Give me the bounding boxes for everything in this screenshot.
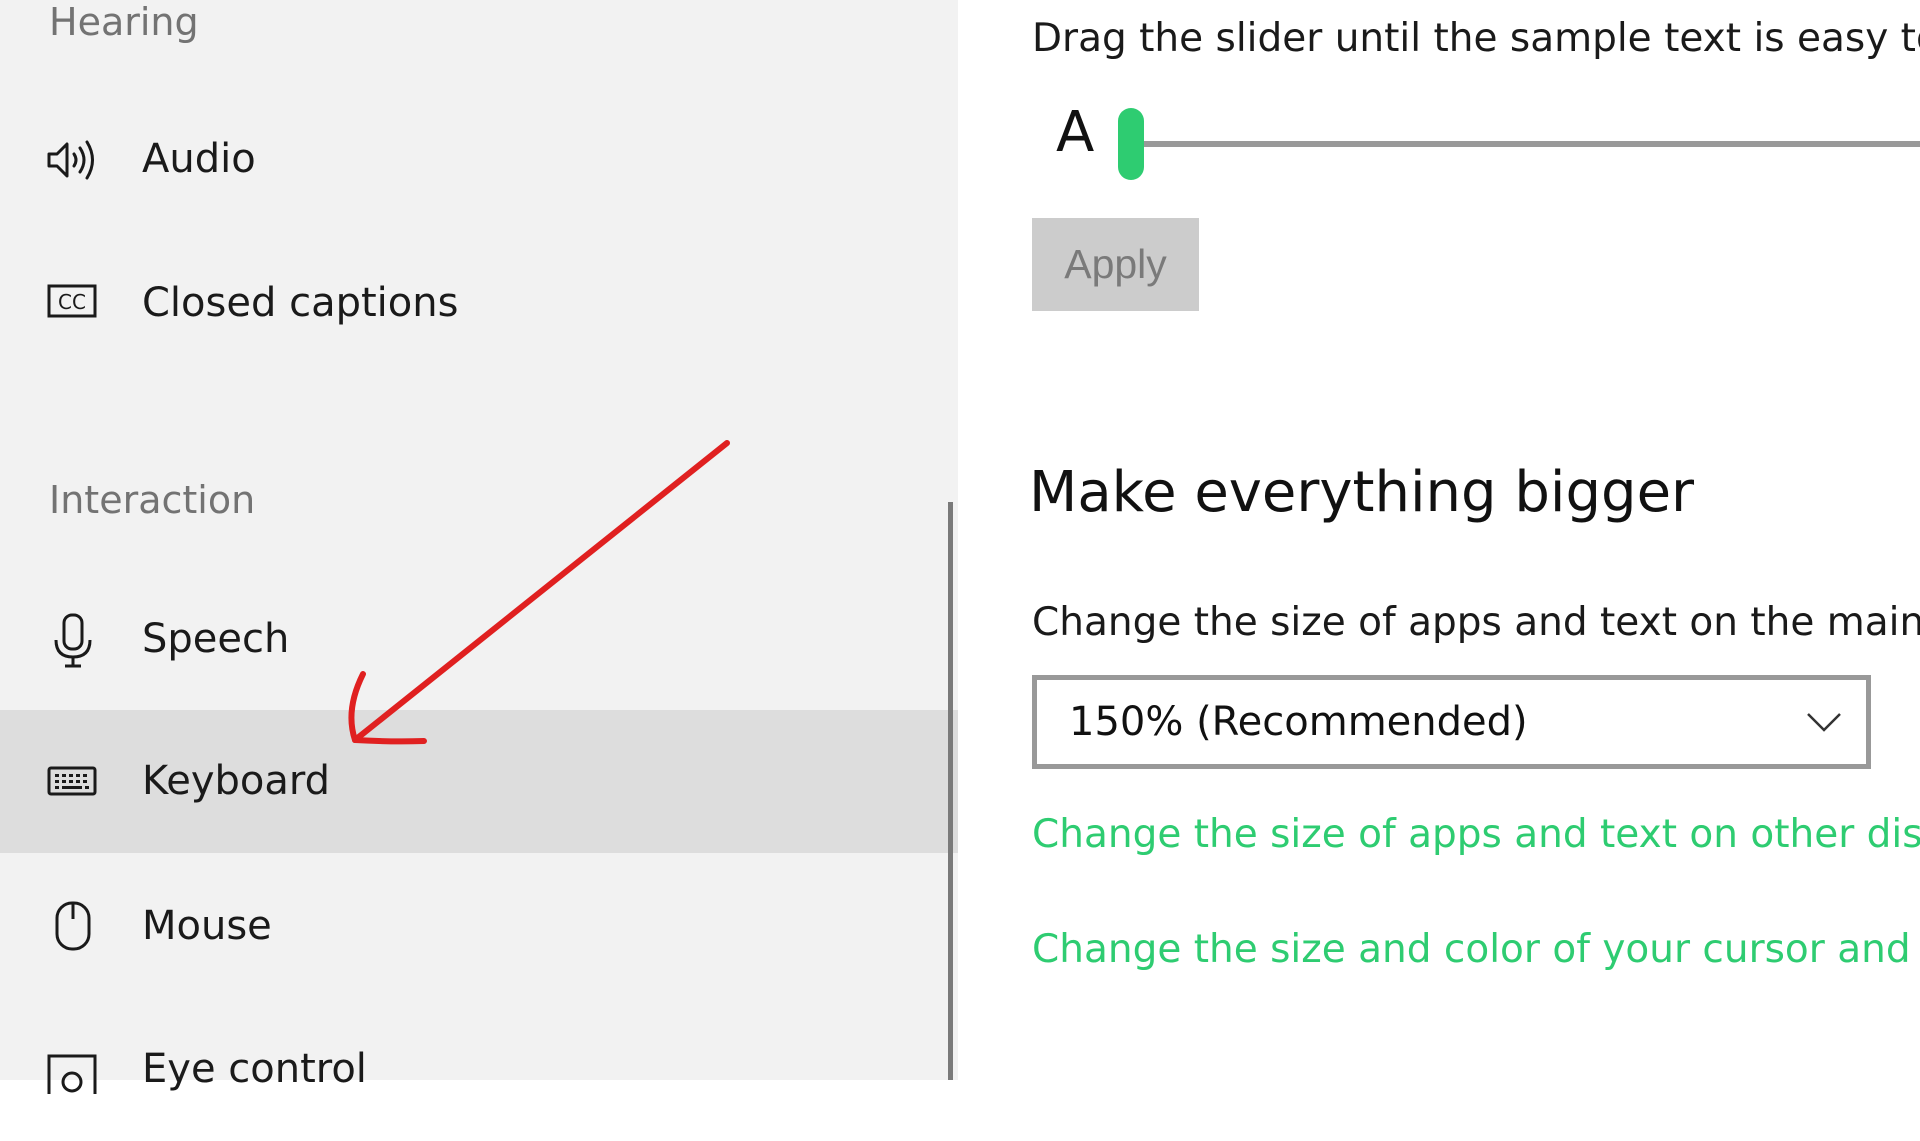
- sample-text-label: A: [1056, 100, 1095, 165]
- sidebar-item-audio[interactable]: Audio: [0, 88, 958, 231]
- sidebar-item-label: Eye control: [142, 1046, 367, 1092]
- microphone-icon: [47, 612, 99, 668]
- sidebar-item-eye-control[interactable]: Eye control: [0, 998, 958, 1141]
- sidebar-item-speech[interactable]: Speech: [0, 568, 958, 711]
- text-size-description: Drag the slider until the sample text is…: [1032, 16, 1920, 61]
- sidebar: Hearing Audio CC Closed captions Interac…: [0, 0, 958, 1098]
- keyboard-icon: [47, 766, 99, 796]
- section-label-hearing: Hearing: [49, 0, 199, 44]
- section-label-interaction: Interaction: [49, 478, 256, 522]
- scale-dropdown[interactable]: 150% (Recommended): [1032, 675, 1871, 769]
- make-everything-bigger-heading: Make everything bigger: [1029, 460, 1695, 525]
- main-content: Drag the slider until the sample text is…: [958, 0, 1920, 1080]
- eye-control-icon: [47, 1054, 99, 1098]
- sidebar-item-mouse[interactable]: Mouse: [0, 855, 958, 998]
- sidebar-item-closed-captions[interactable]: CC Closed captions: [0, 232, 958, 375]
- chevron-down-icon: [1804, 710, 1844, 734]
- svg-text:CC: CC: [58, 290, 86, 314]
- slider-track[interactable]: [1118, 141, 1920, 147]
- sidebar-item-label: Speech: [142, 616, 290, 662]
- sidebar-scrollbar[interactable]: [948, 502, 953, 1080]
- sidebar-item-label: Audio: [142, 136, 256, 182]
- closed-captions-icon: CC: [47, 284, 99, 318]
- sidebar-item-keyboard[interactable]: Keyboard: [0, 710, 958, 853]
- slider-thumb[interactable]: [1118, 108, 1144, 180]
- link-other-displays[interactable]: Change the size of apps and text on othe…: [1032, 812, 1920, 857]
- speaker-icon: [47, 136, 99, 184]
- sidebar-item-label: Closed captions: [142, 280, 459, 326]
- sidebar-item-label: Mouse: [142, 903, 272, 949]
- link-cursor-settings[interactable]: Change the size and color of your cursor…: [1032, 927, 1920, 972]
- text-size-slider[interactable]: [1118, 108, 1920, 180]
- scale-description: Change the size of apps and text on the …: [1032, 600, 1920, 645]
- apply-button[interactable]: Apply: [1032, 218, 1199, 311]
- mouse-icon: [47, 901, 99, 951]
- dropdown-selected-value: 150% (Recommended): [1069, 699, 1528, 745]
- sidebar-item-label: Keyboard: [142, 758, 331, 804]
